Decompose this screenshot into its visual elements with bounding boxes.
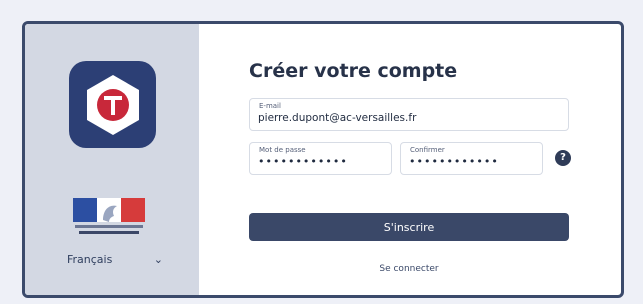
republique-francaise-logo <box>73 198 145 236</box>
page-title: Créer votre compte <box>249 60 458 82</box>
confirm-label: Confirmer <box>410 146 445 154</box>
sidebar-panel: Français ⌄ <box>25 24 199 295</box>
email-label: E-mail <box>259 102 281 110</box>
chevron-down-icon: ⌄ <box>153 253 163 266</box>
password-input[interactable] <box>258 155 378 168</box>
help-icon[interactable]: ? <box>555 150 571 166</box>
confirm-password-input[interactable] <box>409 155 529 168</box>
hexagon-t-logo-icon <box>86 74 139 135</box>
password-field[interactable]: Mot de passe <box>249 142 392 175</box>
confirm-password-field[interactable]: Confirmer <box>400 142 543 175</box>
email-field[interactable]: E-mail <box>249 98 569 131</box>
form-panel: Créer votre compte E-mail Mot de passe C… <box>199 24 621 295</box>
login-link[interactable]: Se connecter <box>249 264 569 274</box>
language-label: Français <box>67 253 113 266</box>
language-selector[interactable]: Français ⌄ <box>67 253 163 266</box>
password-label: Mot de passe <box>259 146 306 154</box>
signup-card: Français ⌄ Créer votre compte E-mail Mot… <box>22 21 624 298</box>
register-button[interactable]: S'inscrire <box>249 213 569 241</box>
app-logo <box>69 61 156 148</box>
email-input[interactable] <box>258 112 529 124</box>
